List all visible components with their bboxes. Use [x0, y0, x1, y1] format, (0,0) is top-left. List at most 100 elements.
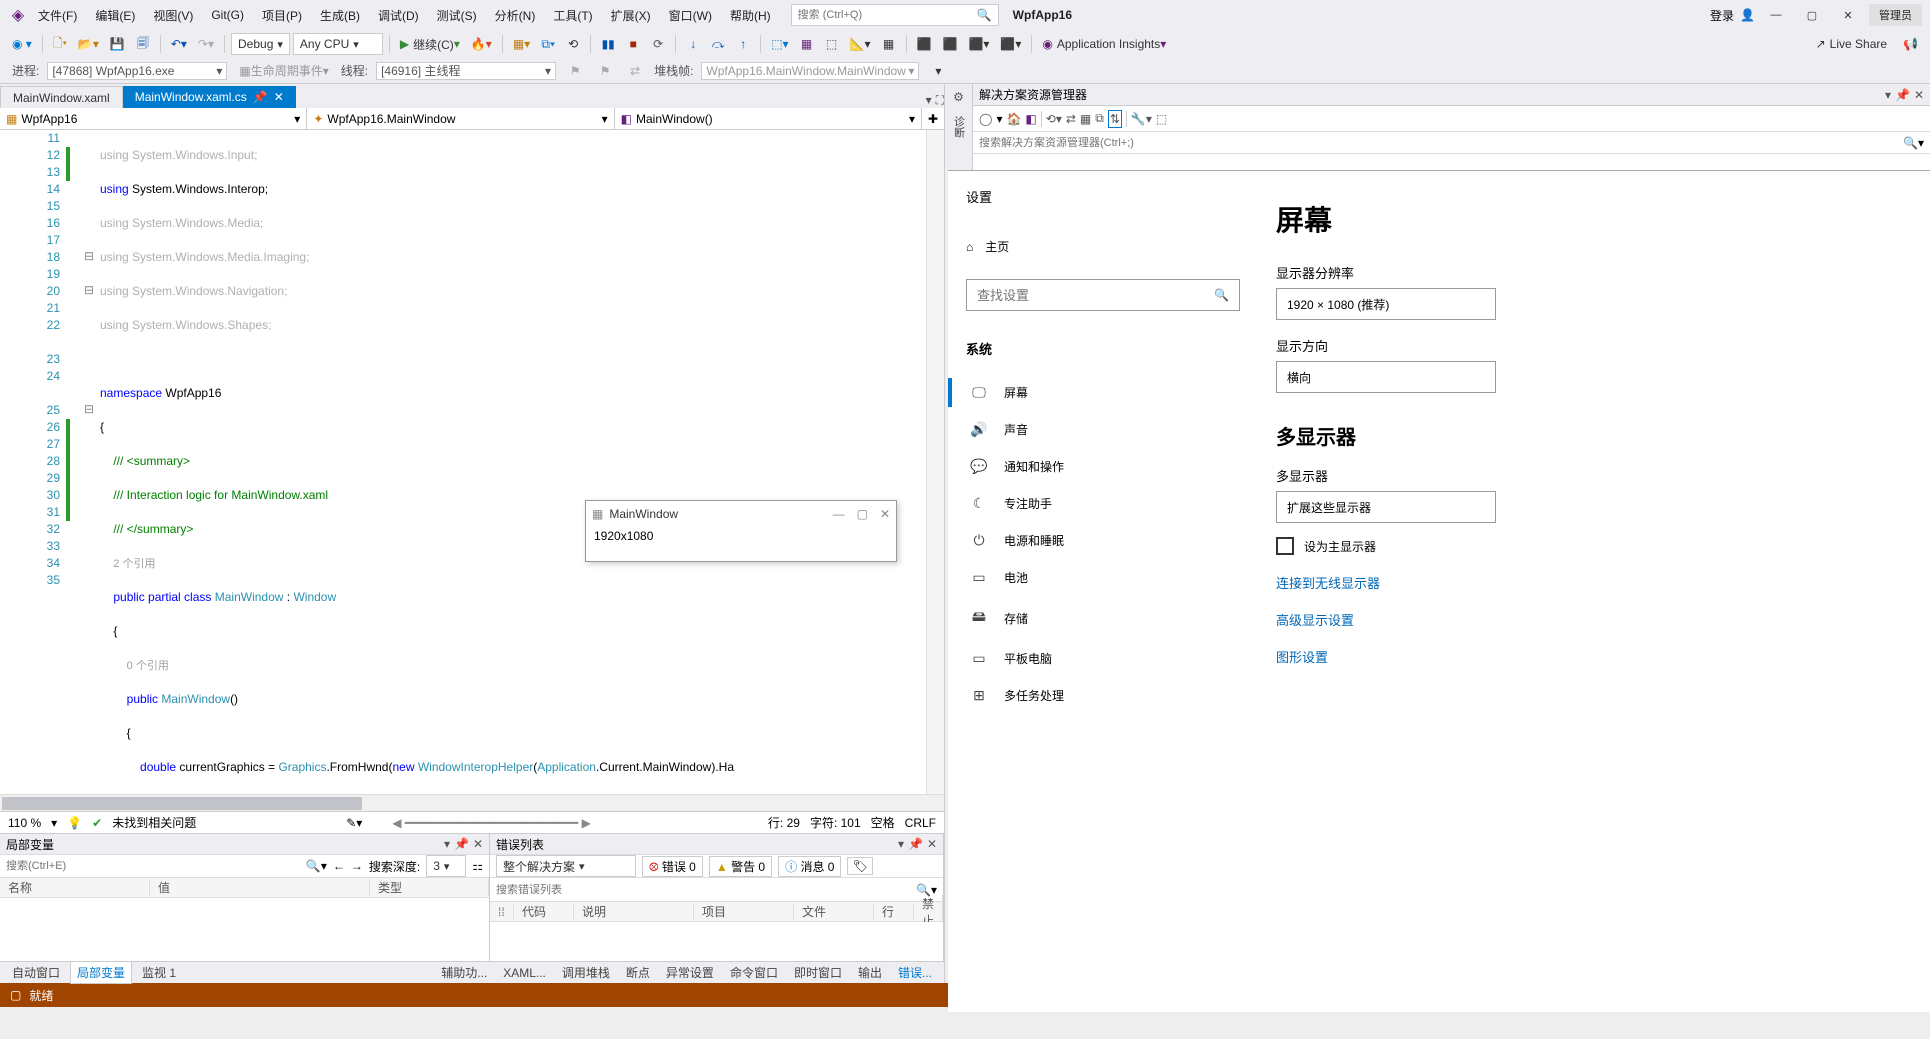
settings-item-7[interactable]: ▭平板电脑 — [966, 640, 1240, 677]
filter-icon[interactable]: 🏷 — [847, 857, 872, 875]
tool-icon-5[interactable]: ▦ — [796, 33, 818, 55]
tab-output[interactable]: 输出 — [852, 962, 888, 983]
settings-item-2[interactable]: 💬通知和操作 — [966, 448, 1240, 485]
split-icon[interactable]: ✚ — [922, 108, 944, 129]
tab-command[interactable]: 命令窗口 — [724, 962, 784, 983]
feedback-icon[interactable]: 📢 — [1899, 33, 1922, 55]
sync-icon[interactable]: ◧ — [1025, 112, 1036, 126]
pin-icon[interactable]: 📌 — [454, 837, 469, 851]
tab-autos[interactable]: 自动窗口 — [6, 962, 66, 983]
col-indicator[interactable]: 字符: 101 — [810, 814, 861, 831]
nav-project-dropdown[interactable]: ▦WpfApp16▾ — [0, 108, 307, 129]
tab-errorlist[interactable]: 错误... — [892, 962, 938, 983]
dropdown-icon[interactable]: ▾ — [444, 837, 450, 851]
primary-display-checkbox[interactable]: 设为主显示器 — [1276, 537, 1930, 555]
tab-breakpoints[interactable]: 断点 — [620, 962, 656, 983]
wireless-display-link[interactable]: 连接到无线显示器 — [1276, 573, 1930, 592]
close-icon[interactable]: ✕ — [473, 837, 483, 851]
menu-analyze[interactable]: 分析(N) — [487, 3, 544, 28]
tool-icon-6[interactable]: ⬚ — [821, 33, 843, 55]
toolbar-overflow-icon[interactable]: ▾ — [927, 60, 949, 82]
code-body[interactable]: using System.Windows.Input; using System… — [96, 130, 926, 794]
lightbulb-icon[interactable]: 💡 — [67, 816, 82, 830]
settings-item-1[interactable]: 🔊声音 — [966, 411, 1240, 448]
tab-callstack[interactable]: 调用堆栈 — [556, 962, 616, 983]
pin-icon[interactable]: 📌 — [253, 90, 268, 104]
tool-icon-8[interactable]: ▦ — [878, 33, 900, 55]
liveshare-button[interactable]: ↗ Live Share — [1812, 33, 1891, 55]
gear-icon[interactable]: ⚙ — [953, 90, 964, 104]
close-icon[interactable]: ✕ — [927, 837, 937, 851]
redo-icon[interactable]: ↷▾ — [194, 33, 218, 55]
pin-icon[interactable]: 📌 — [908, 837, 923, 851]
open-icon[interactable]: 📂▾ — [74, 33, 103, 55]
close-tab-icon[interactable]: ✕ — [274, 90, 284, 104]
warning-count-button[interactable]: ▲ 警告 0 — [709, 856, 772, 877]
settings-item-6[interactable]: 🖴存储 — [966, 596, 1240, 640]
settings-item-3[interactable]: ☾专注助手 — [966, 485, 1240, 522]
step-out-icon[interactable]: ↑ — [732, 33, 754, 55]
step-into-icon[interactable]: ↓ — [682, 33, 704, 55]
stack-dropdown[interactable]: WpfApp16.MainWindow.MainWindow▾ — [701, 62, 919, 80]
minimize-button[interactable]: — — [833, 507, 845, 521]
menu-git[interactable]: Git(G) — [203, 4, 252, 26]
undo-icon[interactable]: ↶▾ — [167, 33, 191, 55]
settings-item-0[interactable]: 🖵屏幕 — [966, 374, 1240, 411]
pause-button[interactable]: ▮▮ — [597, 33, 619, 55]
tab-access[interactable]: 辅助功... — [435, 962, 493, 983]
tool-icon-10[interactable]: ⬛ — [938, 33, 961, 55]
running-wpf-window[interactable]: ▦ MainWindow — ▢ ✕ 1920x1080 — [585, 500, 897, 562]
wrench-icon[interactable]: 🔧▾ — [1131, 112, 1152, 126]
tool-icon-9[interactable]: ⬛ — [913, 33, 936, 55]
process-dropdown[interactable]: [47868] WpfApp16.exe▾ — [47, 62, 227, 80]
vtab-diagnostics[interactable]: 诊断 — [949, 112, 969, 142]
maximize-button[interactable]: ▢ — [1797, 0, 1827, 30]
platform-dropdown[interactable]: Any CPU ▾ — [293, 33, 383, 55]
save-icon[interactable]: 💾 — [106, 33, 129, 55]
advanced-display-link[interactable]: 高级显示设置 — [1276, 610, 1930, 629]
code-editor[interactable]: 1112131415161718192021222324252627282930… — [0, 130, 944, 794]
message-count-button[interactable]: ⓘ 消息 0 — [778, 856, 841, 877]
multi-display-dropdown[interactable]: 扩展这些显示器 — [1276, 491, 1496, 523]
tool-icon[interactable]: ⇅ — [1108, 110, 1122, 128]
step-over-icon[interactable]: ⤼ — [707, 33, 729, 55]
menu-project[interactable]: 项目(P) — [254, 3, 310, 28]
global-search-input[interactable] — [798, 9, 977, 21]
thread-dropdown[interactable]: [46916] 主线程▾ — [376, 62, 556, 80]
close-icon[interactable]: ✕ — [1914, 88, 1924, 102]
user-icon[interactable]: 👤 — [1740, 8, 1755, 22]
tab-locals[interactable]: 局部变量 — [70, 961, 132, 984]
tab-dropdown-icon[interactable]: ▾ — [926, 93, 932, 108]
flag-icon[interactable]: ⚑ — [564, 60, 586, 82]
tool-icon[interactable]: ⬚ — [1156, 112, 1167, 126]
zoom-dropdown[interactable]: 110 % — [8, 816, 41, 830]
brush-icon[interactable]: ✎▾ — [346, 816, 362, 830]
vertical-scrollbar[interactable] — [926, 130, 944, 794]
lifecycle-dropdown[interactable]: ▦ 生命周期事件 ▾ — [235, 60, 332, 82]
tab-watch[interactable]: 监视 1 — [136, 962, 182, 983]
restart-button[interactable]: ⟳ — [647, 33, 669, 55]
menu-edit[interactable]: 编辑(E) — [87, 3, 143, 28]
stop-button[interactable]: ■ — [622, 33, 644, 55]
tab-xaml[interactable]: XAML... — [497, 964, 552, 982]
thread-icon[interactable]: ⇄ — [624, 60, 646, 82]
settings-search[interactable]: 🔍 — [966, 279, 1240, 311]
tool-icon-4[interactable]: ⬚▾ — [767, 33, 792, 55]
continue-button[interactable]: ▶ 继续(C) ▾ — [396, 33, 464, 55]
tab-mainwindow-xaml-cs[interactable]: MainWindow.xaml.cs 📌 ✕ — [123, 86, 296, 108]
error-scope-dropdown[interactable]: 整个解决方案 ▾ — [496, 855, 636, 877]
locals-body[interactable] — [0, 898, 489, 961]
settings-item-8[interactable]: ⊞多任务处理 — [966, 677, 1240, 714]
login-link[interactable]: 登录 — [1710, 7, 1734, 24]
outline-margin[interactable]: ⊟⊟⊟ — [82, 130, 96, 794]
filter-icon[interactable]: ⚏ — [472, 859, 483, 873]
fullscreen-icon[interactable]: ⛶ — [936, 93, 944, 108]
search-icon[interactable]: 🔍▾ — [306, 859, 327, 873]
tool-icon-2[interactable]: ⧉▾ — [537, 33, 559, 55]
ending-indicator[interactable]: CRLF — [905, 816, 936, 830]
maximize-button[interactable]: ▢ — [857, 507, 868, 521]
line-indicator[interactable]: 行: 29 — [768, 814, 800, 831]
menu-help[interactable]: 帮助(H) — [722, 3, 779, 28]
nav-right-icon[interactable]: → — [351, 859, 363, 873]
nav-left-icon[interactable]: ← — [333, 859, 345, 873]
